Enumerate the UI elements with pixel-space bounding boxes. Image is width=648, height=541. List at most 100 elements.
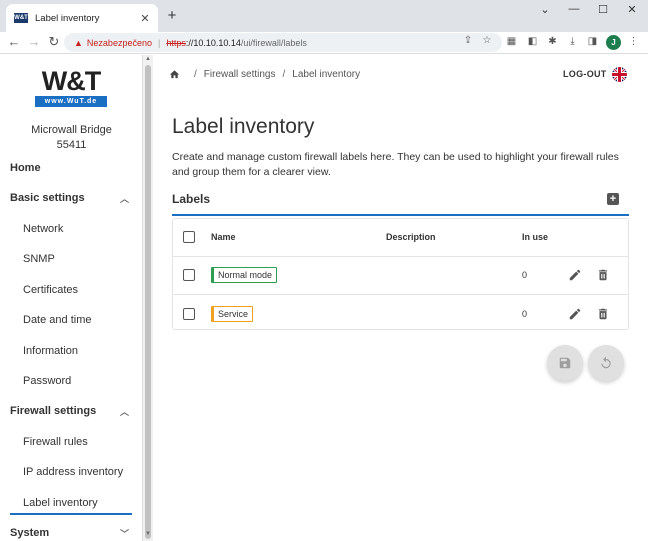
sidebar-item-certificates[interactable]: Certificates [0, 275, 142, 305]
logo-text: W&T [41, 66, 101, 96]
url-path: /ui/firewall/labels [240, 37, 307, 48]
extension-icon[interactable]: ▦ [505, 35, 518, 48]
tab-search-icon[interactable]: ⌄ [535, 3, 555, 16]
label-in-use: 0 [522, 270, 528, 280]
profile-avatar[interactable]: J [606, 35, 621, 50]
labels-table: Name Description In use Normal mode 0 Se… [172, 218, 629, 330]
label-chip: Normal mode [211, 267, 278, 283]
save-icon [559, 357, 571, 369]
sidebar-item-network[interactable]: Network [0, 214, 142, 244]
url-separator: | [157, 37, 161, 48]
sidebar-item-label: Certificates [23, 284, 79, 296]
sidebar-item-firewall-rules[interactable]: Firewall rules [0, 427, 142, 457]
sidebar-item-label: Network [23, 223, 64, 235]
add-label-button[interactable]: + [607, 193, 619, 205]
label-in-use: 0 [522, 309, 528, 319]
sidebar-group-firewall-settings[interactable]: Firewall settings ︿ [0, 396, 142, 426]
download-icon[interactable]: ⤓ [566, 35, 579, 48]
sidebar-item-label: System [10, 527, 50, 539]
warning-icon: ▲ [74, 37, 83, 48]
home-icon[interactable] [169, 69, 180, 80]
sidebar-item-home[interactable]: Home [0, 153, 142, 183]
delete-trash-icon[interactable] [596, 268, 610, 282]
chevron-down-icon: ﹀ [119, 528, 129, 539]
reload-icon[interactable]: ↻ [46, 34, 62, 50]
chevron-up-icon: ︿ [119, 193, 129, 204]
edit-pencil-icon[interactable] [568, 268, 582, 282]
favicon-icon: W&T [14, 13, 28, 23]
device-name: Microwall Bridge [31, 124, 112, 136]
sidebar-item-password[interactable]: Password [0, 366, 142, 396]
sidebar-item-date-and-time[interactable]: Date and time [0, 305, 142, 335]
side-panel-icon[interactable]: ◨ [586, 35, 599, 48]
sidebar-item-label: Firewall settings [10, 405, 97, 417]
sidebar-item-ip-address-inventory[interactable]: IP address inventory [0, 457, 142, 487]
sidebar-item-label: Information [23, 345, 79, 357]
device-id: 55411 [56, 139, 87, 151]
breadcrumb-separator: / [282, 69, 286, 80]
url-field[interactable]: ▲ Nezabezpečeno | https://10.10.10.14/ui… [64, 33, 502, 52]
sidebar-item-label: Password [23, 375, 72, 387]
column-header-in-use[interactable]: In use [522, 232, 548, 242]
browser-tab[interactable]: W&T Label inventory ✕ [6, 4, 158, 32]
bookmark-star-icon[interactable]: ☆ [481, 35, 493, 46]
wut-logo: W&T www.WuT.de [35, 67, 107, 111]
column-header-name[interactable]: Name [211, 232, 236, 242]
sidebar-item-label: SNMP [23, 253, 55, 265]
sidebar-item-snmp[interactable]: SNMP [0, 244, 142, 274]
sidebar-scrollbar[interactable]: ▲ ▼ [143, 55, 153, 541]
breadcrumb: / Firewall settings / Label inventory [169, 69, 360, 80]
minimize-icon[interactable]: — [564, 3, 584, 15]
chevron-up-icon: ︿ [119, 406, 129, 417]
extension-icon-2[interactable]: ◧ [526, 35, 539, 48]
sidebar-item-label: Basic settings [10, 192, 85, 204]
sidebar-item-label: Firewall rules [23, 436, 88, 448]
sidebar-item-label: IP address inventory [23, 466, 124, 478]
close-window-icon[interactable]: ✕ [622, 3, 642, 16]
uk-flag-icon[interactable] [612, 67, 627, 82]
row-checkbox[interactable] [183, 269, 195, 281]
sidebar-item-label: Date and time [23, 314, 92, 326]
scroll-up-arrow-icon[interactable]: ▲ [144, 56, 152, 62]
section-divider [172, 214, 629, 216]
sidebar-group-basic-settings[interactable]: Basic settings ︿ [0, 183, 142, 213]
back-icon[interactable]: ← [6, 34, 22, 50]
address-bar: ← → ↻ ▲ Nezabezpečeno | https://10.10.10… [0, 32, 648, 54]
label-chip: Service [211, 306, 254, 322]
edit-pencil-icon[interactable] [568, 307, 582, 321]
close-tab-icon[interactable]: ✕ [138, 12, 152, 25]
reset-button[interactable] [588, 345, 624, 381]
column-header-description[interactable]: Description [386, 232, 436, 242]
sidebar: W&T www.WuT.de Microwall Bridge 55411 Ho… [0, 55, 143, 541]
sidebar-item-label: Label inventory [23, 497, 98, 509]
page-title: Label inventory [172, 115, 315, 138]
table-row: Normal mode 0 [173, 257, 628, 295]
table-header-row: Name Description In use [173, 219, 628, 257]
table-row: Service 0 [173, 296, 628, 334]
forward-icon[interactable]: → [26, 34, 42, 50]
logo-url: www.WuT.de [35, 96, 107, 107]
select-all-checkbox[interactable] [183, 231, 195, 243]
sidebar-group-system[interactable]: System ﹀ [0, 518, 142, 541]
row-checkbox[interactable] [183, 308, 195, 320]
menu-kebab-icon[interactable]: ⋮ [627, 35, 640, 48]
puzzle-icon[interactable]: ✱ [546, 35, 559, 48]
scrollbar-thumb[interactable] [145, 65, 151, 539]
breadcrumb-current: Label inventory [292, 69, 361, 80]
share-icon[interactable]: ⇪ [462, 35, 474, 46]
maximize-icon[interactable]: ☐ [593, 3, 613, 16]
delete-trash-icon[interactable] [596, 307, 610, 321]
sidebar-item-information[interactable]: Information [0, 336, 142, 366]
page-description: Create and manage custom firewall labels… [172, 151, 619, 178]
browser-tab-bar: W&T Label inventory ✕ + ⌄ — ☐ ✕ [0, 0, 648, 32]
tab-title: Label inventory [35, 12, 100, 24]
url-scheme: https [166, 37, 186, 48]
breadcrumb-firewall-settings[interactable]: Firewall settings [204, 69, 276, 80]
scroll-down-arrow-icon[interactable]: ▼ [144, 531, 152, 537]
new-tab-button[interactable]: + [164, 8, 180, 24]
save-button[interactable] [547, 345, 583, 381]
logout-button[interactable]: LOG-OUT [563, 69, 607, 79]
device-info: Microwall Bridge 55411 [0, 123, 142, 153]
undo-icon [601, 356, 611, 369]
main-content: / Firewall settings / Label inventory LO… [153, 55, 648, 541]
